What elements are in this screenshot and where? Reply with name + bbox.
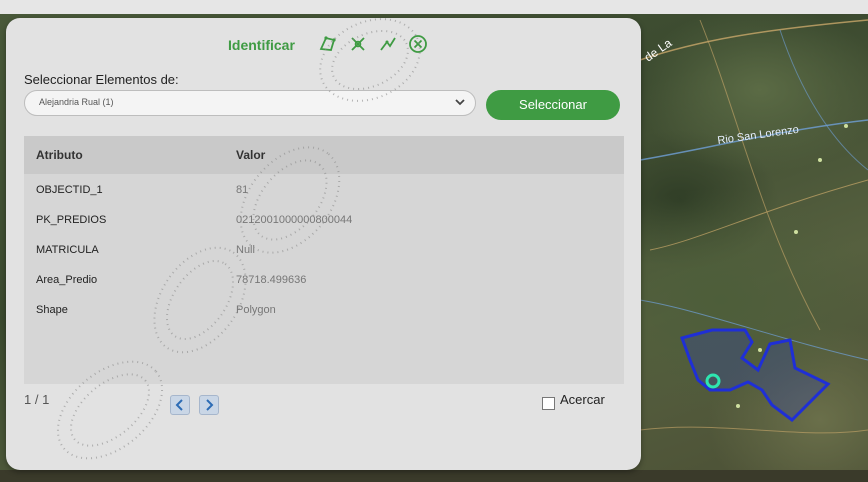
table-row: Area_Predio 78718.499636 — [24, 268, 624, 296]
map-place-label: de La — [642, 36, 675, 65]
attribute-cell: OBJECTID_1 — [36, 184, 103, 196]
layer-dropdown[interactable]: Alejandria Rual (1) — [24, 90, 476, 116]
attribute-cell: PK_PREDIOS — [36, 214, 107, 226]
value-cell: 0212001000000800044 — [236, 214, 353, 226]
header-value: Valor — [236, 148, 266, 162]
table-row: PK_PREDIOS 0212001000000800044 — [24, 208, 624, 236]
next-page-button[interactable] — [199, 395, 219, 415]
attributes-table: Atributo Valor OBJECTID_1 81 PK_PREDIOS … — [24, 136, 624, 384]
select-button[interactable]: Seleccionar — [486, 90, 620, 120]
bottom-bar — [0, 470, 868, 482]
chevron-right-icon — [206, 399, 214, 411]
header-attribute: Atributo — [36, 148, 83, 162]
previous-page-button[interactable] — [170, 395, 190, 415]
chevron-left-icon — [175, 399, 183, 411]
value-cell: Polygon — [236, 304, 276, 316]
map-river-label: Rio San Lorenzo — [717, 124, 800, 147]
layer-dropdown-value: Alejandria Rual (1) — [39, 97, 114, 107]
select-polygon-icon[interactable] — [318, 34, 338, 54]
attribute-cell: Area_Predio — [36, 274, 98, 286]
dialog-title: Identificar — [228, 37, 295, 53]
top-bar — [0, 0, 868, 14]
value-cell: Null — [236, 244, 255, 256]
page-indicator: 1 / 1 — [24, 392, 50, 407]
value-cell: 78718.499636 — [236, 274, 307, 286]
clear-selection-icon[interactable] — [408, 34, 428, 54]
table-header: Atributo Valor — [24, 136, 624, 174]
select-elements-label: Seleccionar Elementos de: — [24, 72, 179, 87]
chevron-down-icon — [453, 95, 467, 109]
table-row: MATRICULA Null — [24, 238, 624, 266]
select-line-icon[interactable] — [378, 34, 398, 54]
attribute-cell: MATRICULA — [36, 244, 99, 256]
zoom-label: Acercar — [560, 392, 605, 407]
table-row: Shape Polygon — [24, 298, 624, 326]
identify-dialog: Identificar Seleccionar Elementos de: Al… — [6, 18, 641, 470]
table-row: OBJECTID_1 81 — [24, 178, 624, 206]
parcel-polygon — [680, 328, 831, 422]
zoom-checkbox[interactable] — [542, 397, 555, 410]
value-cell: 81 — [236, 184, 249, 196]
select-point-icon[interactable] — [348, 34, 368, 54]
attribute-cell: Shape — [36, 304, 68, 316]
selection-tools — [318, 34, 428, 54]
